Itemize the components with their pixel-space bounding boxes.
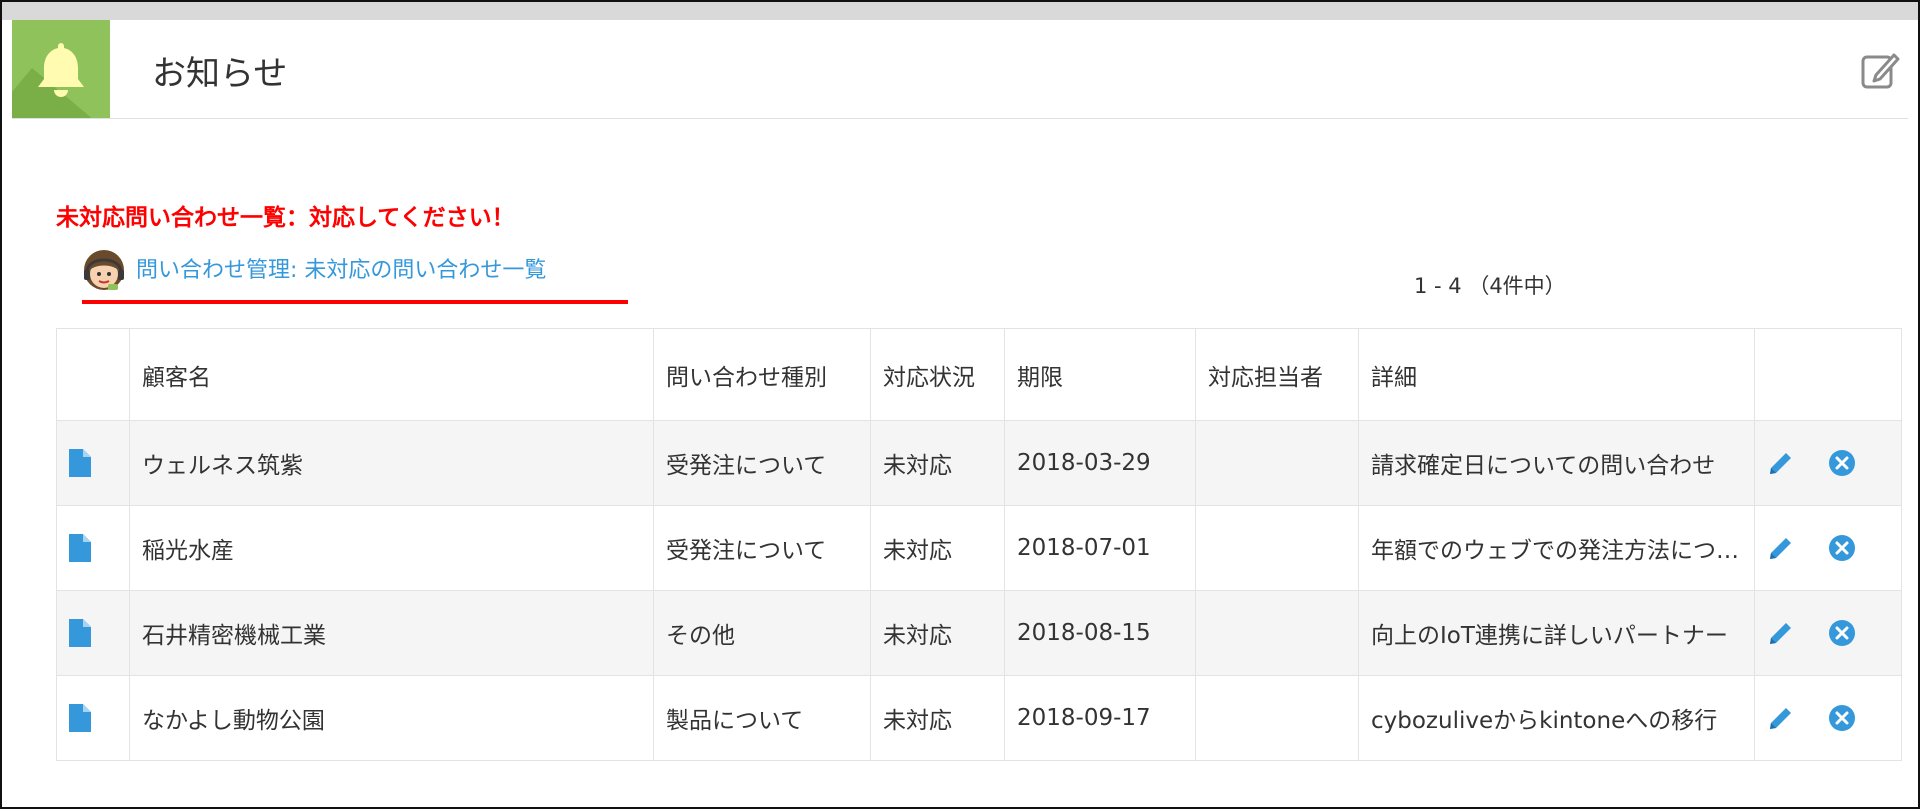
inquiry-type-cell: その他 <box>653 590 871 676</box>
document-icon[interactable] <box>69 534 91 562</box>
col-header-actions <box>1754 328 1902 421</box>
pencil-icon[interactable] <box>1767 619 1795 647</box>
col-header-customer[interactable]: 顧客名 <box>129 328 654 421</box>
document-icon[interactable] <box>69 619 91 647</box>
unhandled-warning: 未対応問い合わせ一覧：対応してください！ <box>56 205 515 231</box>
status-cell: 未対応 <box>870 675 1005 761</box>
panel-title: お知らせ <box>152 54 288 94</box>
edit-icon[interactable] <box>1860 50 1900 90</box>
table-header-row: 顧客名 問い合わせ種別 対応状況 期限 対応担当者 詳細 <box>56 328 1902 421</box>
inquiry-type-cell: 受発注について <box>653 505 871 591</box>
deadline-cell: 2018-08-15 <box>1004 590 1196 676</box>
document-icon[interactable] <box>69 704 91 732</box>
status-cell: 未対応 <box>870 420 1005 506</box>
notice-panel: お知らせ 未対応問い合わせ一覧：対応してください！ 問い合わせ管理: 未対応の問… <box>0 0 1920 809</box>
status-cell: 未対応 <box>870 505 1005 591</box>
close-circle-icon[interactable] <box>1828 534 1856 562</box>
pencil-icon[interactable] <box>1767 449 1795 477</box>
col-header-detail[interactable]: 詳細 <box>1358 328 1755 421</box>
list-subheading: 問い合わせ管理: 未対応の問い合わせ一覧 <box>82 244 628 304</box>
inquiry-type-cell: 製品について <box>653 675 871 761</box>
pencil-icon[interactable] <box>1767 704 1795 732</box>
close-circle-icon[interactable] <box>1828 449 1856 477</box>
document-icon[interactable] <box>69 449 91 477</box>
deadline-cell: 2018-07-01 <box>1004 505 1196 591</box>
assignee-cell <box>1195 590 1359 676</box>
table-row: 石井精密機械工業 その他 未対応 2018-08-15 向上のIoT連携に詳しい… <box>56 590 1902 676</box>
assignee-cell <box>1195 420 1359 506</box>
table-row: 稲光水産 受発注について 未対応 2018-07-01 年額でのウェブでの発注方… <box>56 505 1902 591</box>
assignee-cell <box>1195 675 1359 761</box>
support-avatar-icon <box>84 250 124 290</box>
customer-name-cell: 石井精密機械工業 <box>129 590 654 676</box>
table-row: なかよし動物公園 製品について 未対応 2018-09-17 cybozuliv… <box>56 675 1902 761</box>
bell-icon <box>38 43 84 97</box>
detail-cell: 年額でのウェブでの発注方法について <box>1358 505 1755 591</box>
top-strip <box>2 2 1918 20</box>
col-header-status[interactable]: 対応状況 <box>870 328 1005 421</box>
customer-name-cell: ウェルネス筑紫 <box>129 420 654 506</box>
deadline-cell: 2018-03-29 <box>1004 420 1196 506</box>
col-header-type[interactable]: 問い合わせ種別 <box>653 328 871 421</box>
detail-cell: 向上のIoT連携に詳しいパートナー <box>1358 590 1755 676</box>
inquiry-table: 顧客名 問い合わせ種別 対応状況 期限 対応担当者 詳細 ウェルネス筑紫 受発注… <box>56 328 1902 761</box>
customer-name-cell: 稲光水産 <box>129 505 654 591</box>
status-cell: 未対応 <box>870 590 1005 676</box>
unhandled-list-link[interactable]: 問い合わせ管理: 未対応の問い合わせ一覧 <box>136 252 546 284</box>
customer-name-cell: なかよし動物公園 <box>129 675 654 761</box>
col-header-deadline[interactable]: 期限 <box>1004 328 1196 421</box>
table-row: ウェルネス筑紫 受発注について 未対応 2018-03-29 請求確定日について… <box>56 420 1902 506</box>
col-header-assignee[interactable]: 対応担当者 <box>1195 328 1359 421</box>
close-circle-icon[interactable] <box>1828 704 1856 732</box>
detail-cell: cybozuliveからkintoneへの移行 <box>1358 675 1755 761</box>
pagination-info: 1 - 4 （4件中） <box>1414 274 1566 298</box>
pencil-icon[interactable] <box>1767 534 1795 562</box>
assignee-cell <box>1195 505 1359 591</box>
col-header-icon <box>56 328 130 421</box>
detail-cell: 請求確定日についての問い合わせ <box>1358 420 1755 506</box>
deadline-cell: 2018-09-17 <box>1004 675 1196 761</box>
inquiry-type-cell: 受発注について <box>653 420 871 506</box>
panel-header: お知らせ <box>12 20 1908 119</box>
close-circle-icon[interactable] <box>1828 619 1856 647</box>
bell-badge <box>12 20 110 118</box>
